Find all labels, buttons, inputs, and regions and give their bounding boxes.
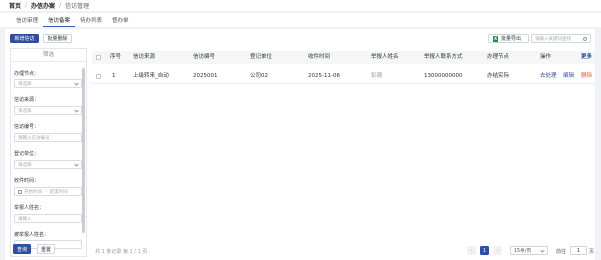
number-input-placeholder: 请输入信访编号 (18, 135, 50, 141)
breadcrumb-current: 信访管理 (65, 3, 90, 10)
pagination-bar: 共 1 条记录 第 1 / 1 页 ‹ 1 › 15条/页 前往 1 页 (92, 246, 595, 258)
source-select[interactable]: 请选择 (14, 106, 82, 115)
batch-export-button[interactable]: X 批量导出 (488, 34, 529, 43)
received-time-range[interactable]: 开始时间 - 结束时间 (14, 187, 82, 196)
filter-title: 筛选 (11, 49, 86, 62)
breadcrumb-home[interactable]: 首页 (9, 1, 21, 10)
column-node: 办理节点 (487, 54, 510, 60)
tab-bar: 信访审理 信访备案 待办列表 督办单 (0, 13, 601, 27)
node-select-placeholder: 请选择 (18, 81, 32, 87)
cell-node: 办结实际 (487, 73, 510, 79)
breadcrumb-separator: / (59, 2, 62, 9)
column-reporter: 举报人姓名 (371, 54, 399, 60)
page-size-value: 15条/页 (514, 249, 532, 254)
node-select[interactable]: 请选择 (14, 79, 82, 88)
pagination-summary: 共 1 条记录 第 1 / 1 页 (95, 249, 148, 255)
batch-export-label: 批量导出 (501, 36, 522, 42)
range-separator: - (45, 189, 47, 194)
goto-page-input[interactable]: 1 (570, 246, 587, 255)
cell-index: 1 (112, 73, 116, 79)
column-contact: 举报人联系方式 (424, 54, 463, 60)
reporter-label: 举报人姓名： (14, 205, 45, 211)
end-time-placeholder: 结束时间 (49, 189, 68, 195)
page-size-select[interactable]: 15条/页 (510, 246, 548, 255)
column-unit: 登记单位 (250, 54, 273, 60)
table-row[interactable]: 1 上级转来_自动 2025001 公司02 2025-11-06 彭珊 130… (92, 69, 595, 84)
goto-label: 前往 (556, 249, 567, 255)
chevron-down-icon (74, 162, 79, 167)
breadcrumb: 首页 / 办信办案 / 信访管理 (0, 0, 601, 11)
excel-icon: X (493, 35, 498, 42)
calendar-icon (18, 189, 22, 194)
column-number: 信访编号 (193, 54, 216, 60)
next-page-button[interactable]: › (493, 246, 502, 255)
tab-review[interactable]: 信访审理 (11, 13, 43, 27)
filter-sidebar: 筛选 办理节点： 请选择 信访来源： 请选择 信访编号： 请输入信访编号 登记单… (10, 48, 87, 257)
number-label: 信访编号： (14, 124, 40, 130)
unit-select-placeholder: 请选择 (18, 162, 32, 168)
tab-todo[interactable]: 待办列表 (75, 13, 107, 27)
more-columns-button[interactable]: 更多 (581, 51, 592, 64)
keyword-search-input[interactable]: 请输入关键词查找 (531, 34, 591, 43)
page-number-button[interactable]: 1 (480, 246, 489, 255)
cell-number: 2025001 (193, 73, 218, 79)
query-button[interactable]: 查询 (13, 244, 31, 254)
search-icon[interactable] (583, 37, 587, 41)
received-time-label: 收件时间： (14, 178, 40, 184)
prev-page-button[interactable]: ‹ (467, 246, 476, 255)
delete-action-link[interactable]: 删除 (581, 69, 592, 84)
source-label: 信访来源： (14, 97, 40, 103)
unit-label: 登记单位： (14, 151, 40, 157)
source-select-placeholder: 请选择 (18, 108, 32, 114)
chevron-down-icon (540, 248, 545, 253)
reporter-input[interactable]: 请输入 (14, 214, 82, 223)
cell-contact: 13000000000 (424, 73, 463, 79)
select-all-checkbox[interactable] (96, 55, 101, 60)
column-source: 信访来源 (133, 54, 156, 60)
main-panel: 新增信访 批量删除 X 批量导出 请输入关键词查找 筛选 办理节点： 请选择 信… (5, 29, 595, 260)
chevron-down-icon (74, 81, 79, 86)
cell-source: 上级转来_自动 (133, 73, 169, 79)
tab-filing[interactable]: 信访备案 (43, 13, 76, 27)
number-input[interactable]: 请输入信访编号 (14, 133, 82, 142)
column-index: 序号 (110, 54, 122, 60)
new-petition-button[interactable]: 新增信访 (10, 34, 39, 43)
table-header: 序号 信访来源 信访编号 登记单位 收件时间 举报人姓名 举报人联系方式 办理节… (92, 51, 595, 64)
reporter-input-placeholder: 请输入 (18, 216, 32, 222)
breadcrumb-separator: / (25, 2, 28, 9)
batch-delete-button[interactable]: 批量删除 (43, 34, 72, 43)
filter-scrollbar[interactable] (82, 68, 85, 233)
column-actions: 操作 (540, 54, 552, 60)
cell-reporter: 彭珊 (371, 73, 383, 79)
reported-label: 被举报人姓名： (14, 232, 50, 238)
row-checkbox[interactable] (96, 74, 101, 79)
start-time-placeholder: 开始时间 (24, 189, 42, 195)
page-suffix: 页 (589, 249, 595, 255)
keyword-search-placeholder: 请输入关键词查找 (535, 36, 571, 42)
unit-select[interactable]: 请选择 (14, 160, 82, 169)
cell-unit: 公司02 (250, 73, 268, 79)
breadcrumb-section[interactable]: 办信办案 (31, 1, 55, 10)
tab-supervision[interactable]: 督办单 (107, 13, 134, 27)
process-action-link[interactable]: 去处理 (540, 69, 557, 84)
column-received: 收件时间 (308, 54, 331, 60)
edit-action-link[interactable]: 编辑 (563, 69, 574, 84)
reset-button[interactable]: 重置 (37, 244, 55, 254)
node-label: 办理节点： (14, 71, 40, 77)
chevron-down-icon (74, 108, 79, 113)
cell-received: 2025-11-06 (308, 73, 340, 79)
